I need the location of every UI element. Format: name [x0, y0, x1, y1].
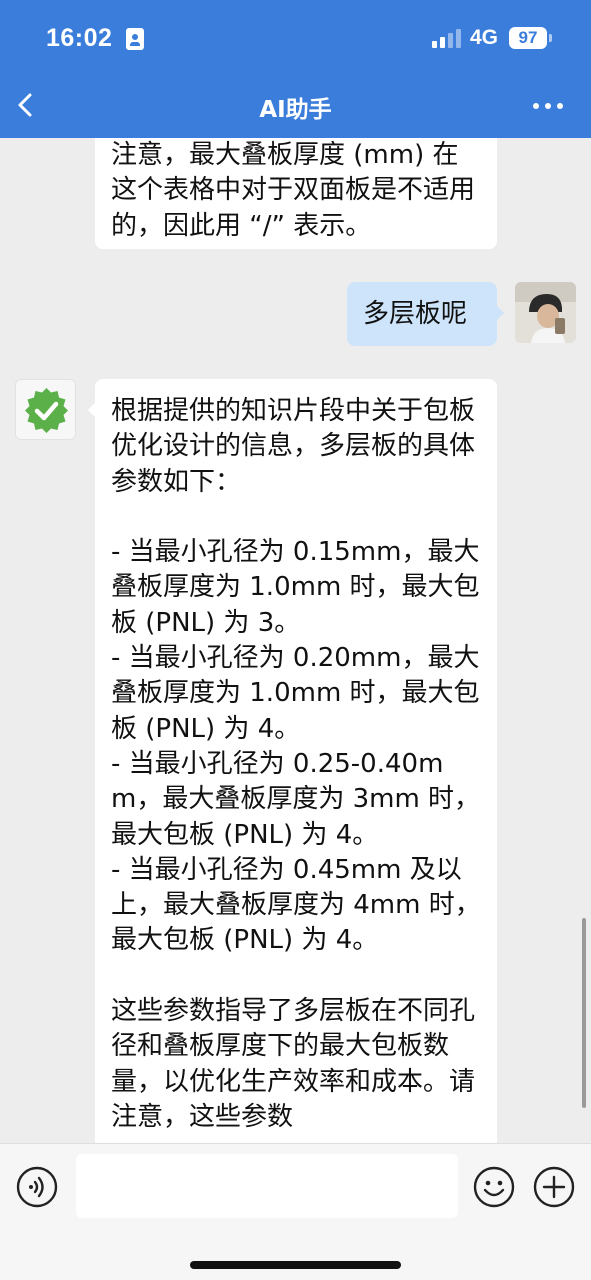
signal-strength-icon: [432, 28, 462, 48]
emoji-icon: [473, 1166, 515, 1208]
more-button[interactable]: [528, 95, 568, 117]
chat-area[interactable]: 注意，最大叠板厚度 (mm) 在这个表格中对于双面板是不适用的，因此用 “/” …: [0, 138, 591, 1143]
user-message: 多层板呢: [347, 282, 504, 346]
network-type: 4G: [470, 26, 499, 49]
message-input[interactable]: [76, 1154, 458, 1218]
status-time: 16:02: [46, 24, 113, 52]
chat-scrollbar[interactable]: [582, 918, 586, 1108]
battery-level: 97: [509, 27, 547, 49]
top-bar: 16:02 4G 97 AI助手: [0, 0, 591, 138]
more-horizontal-icon: [533, 103, 563, 109]
home-indicator: [190, 1261, 401, 1269]
voice-input-icon: [16, 1166, 58, 1208]
emoji-button[interactable]: [473, 1166, 515, 1208]
voice-input-button[interactable]: [16, 1166, 58, 1208]
user-avatar[interactable]: [515, 282, 576, 343]
battery-icon: [549, 34, 552, 42]
more-actions-button[interactable]: [533, 1166, 575, 1208]
bot-message-previous: 注意，最大叠板厚度 (mm) 在这个表格中对于双面板是不适用的，因此用 “/” …: [95, 138, 497, 249]
orientation-lock-icon: [126, 28, 144, 50]
user-photo-icon: [515, 282, 576, 343]
verified-check-badge-icon: [25, 388, 68, 433]
plus-circle-icon: [533, 1166, 575, 1208]
bot-message-reply: 根据提供的知识片段中关于包板优化设计的信息，多层板的具体参数如下： - 当最小孔…: [88, 379, 497, 1143]
input-bar: [0, 1143, 591, 1280]
bot-avatar[interactable]: [15, 379, 76, 440]
page-title: AI助手: [259, 97, 332, 123]
